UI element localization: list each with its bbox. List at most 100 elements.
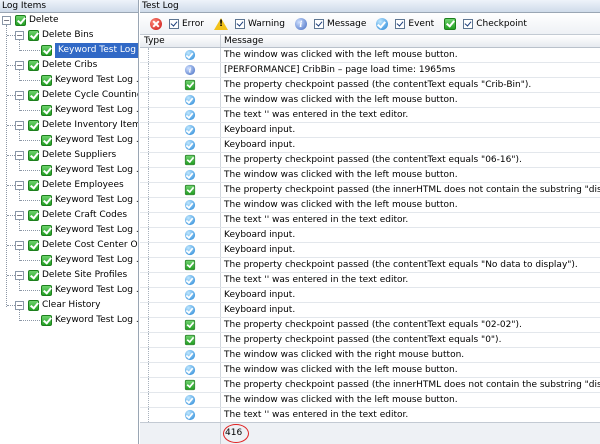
tree-item[interactable]: − Delete Employees <box>15 178 124 193</box>
tree-item[interactable]: − Delete Suppliers <box>15 148 116 163</box>
collapse-toggle[interactable]: − <box>15 301 24 310</box>
log-row[interactable]: The property checkpoint passed (the cont… <box>140 153 600 168</box>
tree-child-item[interactable]: Keyword Test Log ... <box>41 133 138 148</box>
log-row[interactable]: The property checkpoint passed (the inne… <box>140 183 600 198</box>
message-filter-checkbox[interactable] <box>313 18 324 29</box>
collapse-toggle[interactable]: − <box>15 61 24 70</box>
tree-connector <box>148 258 149 272</box>
collapse-toggle[interactable]: − <box>15 151 24 160</box>
tree-item-label: Delete Bins <box>42 30 94 40</box>
event-icon <box>184 229 196 241</box>
collapse-toggle[interactable]: − <box>15 211 24 220</box>
tree-item-label: Delete Inventory Items <box>42 120 139 130</box>
log-row[interactable]: The property checkpoint passed (the cont… <box>140 258 600 273</box>
tree-child-item[interactable]: Keyword Test Log ... <box>41 193 139 208</box>
log-row[interactable]: The text '' was entered in the text edit… <box>140 273 600 288</box>
log-row[interactable]: The property checkpoint passed (the cont… <box>140 78 600 93</box>
tree-item[interactable]: − Delete Cost Center Ones <box>15 238 138 253</box>
collapse-toggle[interactable]: − <box>15 271 24 280</box>
filter-event[interactable]: Event <box>376 17 434 30</box>
warning-filter-checkbox[interactable] <box>234 18 245 29</box>
log-row[interactable]: Keyboard input. <box>140 228 600 243</box>
log-row[interactable]: The window was clicked with the left mou… <box>140 363 600 378</box>
checkpoint-filter-checkbox[interactable] <box>463 18 474 29</box>
log-row[interactable]: The window was clicked with the left mou… <box>140 93 600 108</box>
tree-connector <box>148 183 149 197</box>
log-row-message: The window was clicked with the right mo… <box>224 350 465 360</box>
log-row-message: Keyboard input. <box>224 290 296 300</box>
collapse-toggle[interactable]: − <box>15 121 24 130</box>
log-row[interactable]: The window was clicked with the left mou… <box>140 168 600 183</box>
log-row-type <box>140 48 221 62</box>
log-row[interactable]: Keyboard input. <box>140 243 600 258</box>
log-row-message: The window was clicked with the left mou… <box>224 50 458 60</box>
log-row-message: The property checkpoint passed (the inne… <box>224 185 600 195</box>
tree-item[interactable]: − Clear History <box>15 298 100 313</box>
tree-item[interactable]: − Delete Cycle Counting ... <box>15 88 138 103</box>
log-row-type <box>140 78 221 92</box>
tree-child-item[interactable]: Keyword Test Log ... <box>41 223 138 238</box>
count-highlight-circle <box>223 424 249 443</box>
log-row[interactable]: The text '' was entered in the text edit… <box>140 408 600 423</box>
tree-connector <box>148 213 149 227</box>
filter-error[interactable]: Error <box>150 17 204 30</box>
tree-item-label: Delete Cost Center Ones <box>42 240 138 250</box>
passed-check-icon <box>41 45 52 56</box>
log-row-type: i <box>140 63 221 77</box>
tree-item[interactable]: − Delete Craft Codes <box>15 208 127 223</box>
passed-check-icon <box>28 120 39 131</box>
log-row[interactable]: Keyboard input. <box>140 138 600 153</box>
log-row[interactable]: i [PERFORMANCE] CribBin – page load time:… <box>140 63 600 78</box>
log-row[interactable]: The window was clicked with the left mou… <box>140 48 600 63</box>
log-row[interactable]: The window was clicked with the left mou… <box>140 393 600 408</box>
tree-child-label: Keyword Test Log ... <box>55 195 139 205</box>
log-row-type <box>140 333 221 347</box>
type-column-header[interactable]: Type <box>140 35 221 47</box>
tree-item[interactable]: − Delete Inventory Items <box>15 118 139 133</box>
event-icon <box>184 349 196 361</box>
filter-warning[interactable]: Warning <box>213 17 285 30</box>
log-row[interactable]: The property checkpoint passed (the cont… <box>140 333 600 348</box>
log-row[interactable]: The text '' was entered in the text edit… <box>140 213 600 228</box>
log-row[interactable]: Keyboard input. <box>140 123 600 138</box>
log-row[interactable]: The window was clicked with the right mo… <box>140 348 600 363</box>
log-row[interactable]: The property checkpoint passed (the inne… <box>140 378 600 393</box>
passed-check-icon <box>28 270 39 281</box>
log-row[interactable]: The text '' was entered in the text edit… <box>140 108 600 123</box>
tree-child-item[interactable]: Keyword Test Log ... <box>41 73 138 88</box>
tree-child-item[interactable]: Keyword Test Log ... <box>41 103 138 118</box>
event-filter-checkbox[interactable] <box>395 18 406 29</box>
event-icon <box>184 394 196 406</box>
tree-child-item[interactable]: Keyword Test Log ... <box>41 163 138 178</box>
tree-item[interactable]: − Delete Cribs <box>15 58 97 73</box>
tree-connector <box>20 200 40 201</box>
collapse-toggle[interactable]: − <box>15 241 24 250</box>
tree-item[interactable]: − Delete Site Profiles <box>15 268 127 283</box>
tree-child-item[interactable]: Keyword Test Log ... <box>41 253 138 268</box>
log-row-type <box>140 168 221 182</box>
error-filter-checkbox[interactable] <box>169 18 179 29</box>
log-row-message: The property checkpoint passed (the inne… <box>224 380 600 390</box>
filter-checkpoint[interactable]: Checkpoint <box>444 17 527 30</box>
tree-item-root[interactable]: − Delete <box>2 13 59 28</box>
log-row[interactable]: Keyboard input. <box>140 303 600 318</box>
log-row[interactable]: The property checkpoint passed (the cont… <box>140 318 600 333</box>
tree-child-item[interactable]: Keyword Test Log ... <box>41 313 138 328</box>
log-grid-footer: 416 <box>140 422 600 444</box>
event-icon <box>184 214 196 226</box>
tree-connector <box>20 230 40 231</box>
collapse-toggle[interactable]: − <box>15 91 24 100</box>
tree-item[interactable]: − Delete Bins <box>15 28 94 43</box>
collapse-toggle[interactable]: − <box>15 31 24 40</box>
log-row[interactable]: Keyboard input. <box>140 288 600 303</box>
collapse-toggle[interactable]: − <box>15 181 24 190</box>
filter-message[interactable]: i Message <box>294 17 366 30</box>
log-row-message: The property checkpoint passed (the cont… <box>224 320 522 330</box>
tree-child-item[interactable]: Keyword Test Log ... <box>41 43 138 58</box>
log-row[interactable]: The window was clicked with the left mou… <box>140 198 600 213</box>
log-row-type <box>140 138 221 152</box>
collapse-toggle[interactable]: − <box>2 16 11 25</box>
log-row-type <box>140 408 221 422</box>
message-column-header[interactable]: Message <box>221 35 600 47</box>
tree-child-item[interactable]: Keyword Test Log ... <box>41 283 138 298</box>
